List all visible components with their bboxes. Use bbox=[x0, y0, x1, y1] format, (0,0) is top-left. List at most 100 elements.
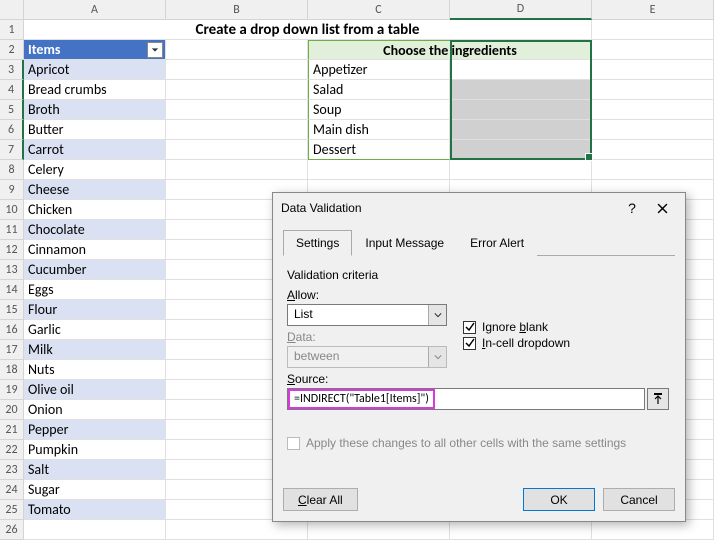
items-cell[interactable]: Butter bbox=[24, 120, 166, 140]
range-picker-button[interactable] bbox=[647, 388, 669, 410]
cell[interactable] bbox=[592, 520, 714, 540]
cell[interactable] bbox=[166, 60, 308, 80]
row-header[interactable]: 3 bbox=[0, 60, 24, 80]
ingredient-dropdown-cell[interactable] bbox=[450, 100, 592, 120]
clear-all-button[interactable]: Clear All bbox=[283, 488, 358, 511]
cell[interactable] bbox=[166, 80, 308, 100]
help-button[interactable]: ? bbox=[617, 196, 647, 221]
row-header[interactable]: 10 bbox=[0, 200, 24, 220]
row-header[interactable]: 21 bbox=[0, 420, 24, 440]
row-header[interactable]: 14 bbox=[0, 280, 24, 300]
ingredient-dropdown-cell[interactable] bbox=[450, 140, 592, 160]
row-header[interactable]: 5 bbox=[0, 100, 24, 120]
incell-dropdown-checkbox[interactable]: In-cell dropdown bbox=[463, 336, 570, 350]
cell[interactable] bbox=[166, 140, 308, 160]
cell[interactable] bbox=[308, 520, 450, 540]
row-header[interactable]: 11 bbox=[0, 220, 24, 240]
ingredient-label-cell[interactable]: Dessert bbox=[308, 140, 450, 160]
items-cell[interactable]: Milk bbox=[24, 340, 166, 360]
items-cell[interactable]: Carrot bbox=[24, 140, 166, 160]
row-header[interactable]: 7 bbox=[0, 140, 24, 160]
items-cell[interactable]: Flour bbox=[24, 300, 166, 320]
cell[interactable] bbox=[450, 160, 592, 180]
row-header[interactable]: 8 bbox=[0, 160, 24, 180]
row-header[interactable]: 12 bbox=[0, 240, 24, 260]
cell[interactable] bbox=[592, 40, 714, 60]
column-header[interactable]: B bbox=[166, 0, 308, 20]
items-cell[interactable]: Salt bbox=[24, 460, 166, 480]
items-cell[interactable]: Cinnamon bbox=[24, 240, 166, 260]
cancel-button[interactable]: Cancel bbox=[603, 488, 675, 511]
cell[interactable] bbox=[450, 520, 592, 540]
items-cell[interactable]: Bread crumbs bbox=[24, 80, 166, 100]
row-header[interactable]: 20 bbox=[0, 400, 24, 420]
cell[interactable]: Items bbox=[24, 40, 166, 60]
items-cell[interactable]: Pumpkin bbox=[24, 440, 166, 460]
close-button[interactable] bbox=[647, 196, 677, 221]
cell[interactable] bbox=[592, 160, 714, 180]
cell[interactable] bbox=[592, 20, 714, 40]
ignore-blank-checkbox[interactable]: Ignore blank bbox=[463, 320, 570, 334]
row-header[interactable]: 25 bbox=[0, 500, 24, 520]
cell[interactable]: Create a drop down list from a table bbox=[24, 20, 592, 40]
items-cell[interactable]: Cucumber bbox=[24, 260, 166, 280]
row-header[interactable]: 13 bbox=[0, 260, 24, 280]
cell[interactable] bbox=[166, 520, 308, 540]
items-cell[interactable]: Cheese bbox=[24, 180, 166, 200]
column-header[interactable]: A bbox=[24, 0, 166, 20]
items-cell[interactable]: Onion bbox=[24, 400, 166, 420]
cell[interactable] bbox=[592, 100, 714, 120]
ingredient-dropdown-cell[interactable] bbox=[450, 60, 592, 80]
column-header[interactable]: C bbox=[308, 0, 450, 20]
cell[interactable] bbox=[24, 520, 166, 540]
items-cell[interactable]: Apricot bbox=[24, 60, 166, 80]
ingredient-label-cell[interactable]: Main dish bbox=[308, 120, 450, 140]
row-header[interactable]: 6 bbox=[0, 120, 24, 140]
row-header[interactable]: 23 bbox=[0, 460, 24, 480]
items-cell[interactable]: Tomato bbox=[24, 500, 166, 520]
ingredient-dropdown-cell[interactable] bbox=[450, 80, 592, 100]
row-header[interactable]: 22 bbox=[0, 440, 24, 460]
ok-button[interactable]: OK bbox=[523, 488, 595, 511]
items-cell[interactable]: Nuts bbox=[24, 360, 166, 380]
items-cell[interactable]: Olive oil bbox=[24, 380, 166, 400]
cell[interactable] bbox=[592, 140, 714, 160]
items-cell[interactable]: Celery bbox=[24, 160, 166, 180]
items-cell[interactable]: Chocolate bbox=[24, 220, 166, 240]
tab-error-alert[interactable]: Error Alert bbox=[457, 230, 537, 256]
row-header[interactable]: 17 bbox=[0, 340, 24, 360]
cell[interactable] bbox=[308, 160, 450, 180]
items-cell[interactable]: Sugar bbox=[24, 480, 166, 500]
ingredient-label-cell[interactable]: Soup bbox=[308, 100, 450, 120]
tab-settings[interactable]: Settings bbox=[283, 230, 352, 256]
row-header[interactable]: 16 bbox=[0, 320, 24, 340]
row-header[interactable]: 24 bbox=[0, 480, 24, 500]
column-header[interactable]: D bbox=[450, 0, 592, 20]
source-input[interactable]: =INDIRECT("Table1[Items]") bbox=[287, 388, 645, 410]
items-cell[interactable]: Garlic bbox=[24, 320, 166, 340]
tab-input-message[interactable]: Input Message bbox=[352, 230, 457, 256]
ingredient-dropdown-cell[interactable] bbox=[450, 120, 592, 140]
cell[interactable] bbox=[166, 160, 308, 180]
cell[interactable] bbox=[166, 40, 308, 60]
row-header[interactable]: 18 bbox=[0, 360, 24, 380]
allow-combo[interactable]: List bbox=[287, 304, 447, 326]
items-cell[interactable]: Chicken bbox=[24, 200, 166, 220]
items-cell[interactable]: Pepper bbox=[24, 420, 166, 440]
items-cell[interactable]: Broth bbox=[24, 100, 166, 120]
row-header[interactable]: 9 bbox=[0, 180, 24, 200]
row-header[interactable]: 4 bbox=[0, 80, 24, 100]
filter-dropdown-button[interactable] bbox=[147, 42, 163, 58]
items-cell[interactable]: Eggs bbox=[24, 280, 166, 300]
ingredients-header[interactable]: Choose the ingredients bbox=[308, 40, 592, 60]
cell[interactable] bbox=[592, 60, 714, 80]
column-header[interactable]: E bbox=[592, 0, 714, 20]
row-header[interactable]: 2 bbox=[0, 40, 24, 60]
cell[interactable] bbox=[166, 100, 308, 120]
cell[interactable] bbox=[166, 120, 308, 140]
row-header[interactable]: 15 bbox=[0, 300, 24, 320]
row-header[interactable]: 19 bbox=[0, 380, 24, 400]
cell[interactable] bbox=[592, 80, 714, 100]
row-header[interactable]: 1 bbox=[0, 20, 24, 40]
ingredient-label-cell[interactable]: Salad bbox=[308, 80, 450, 100]
